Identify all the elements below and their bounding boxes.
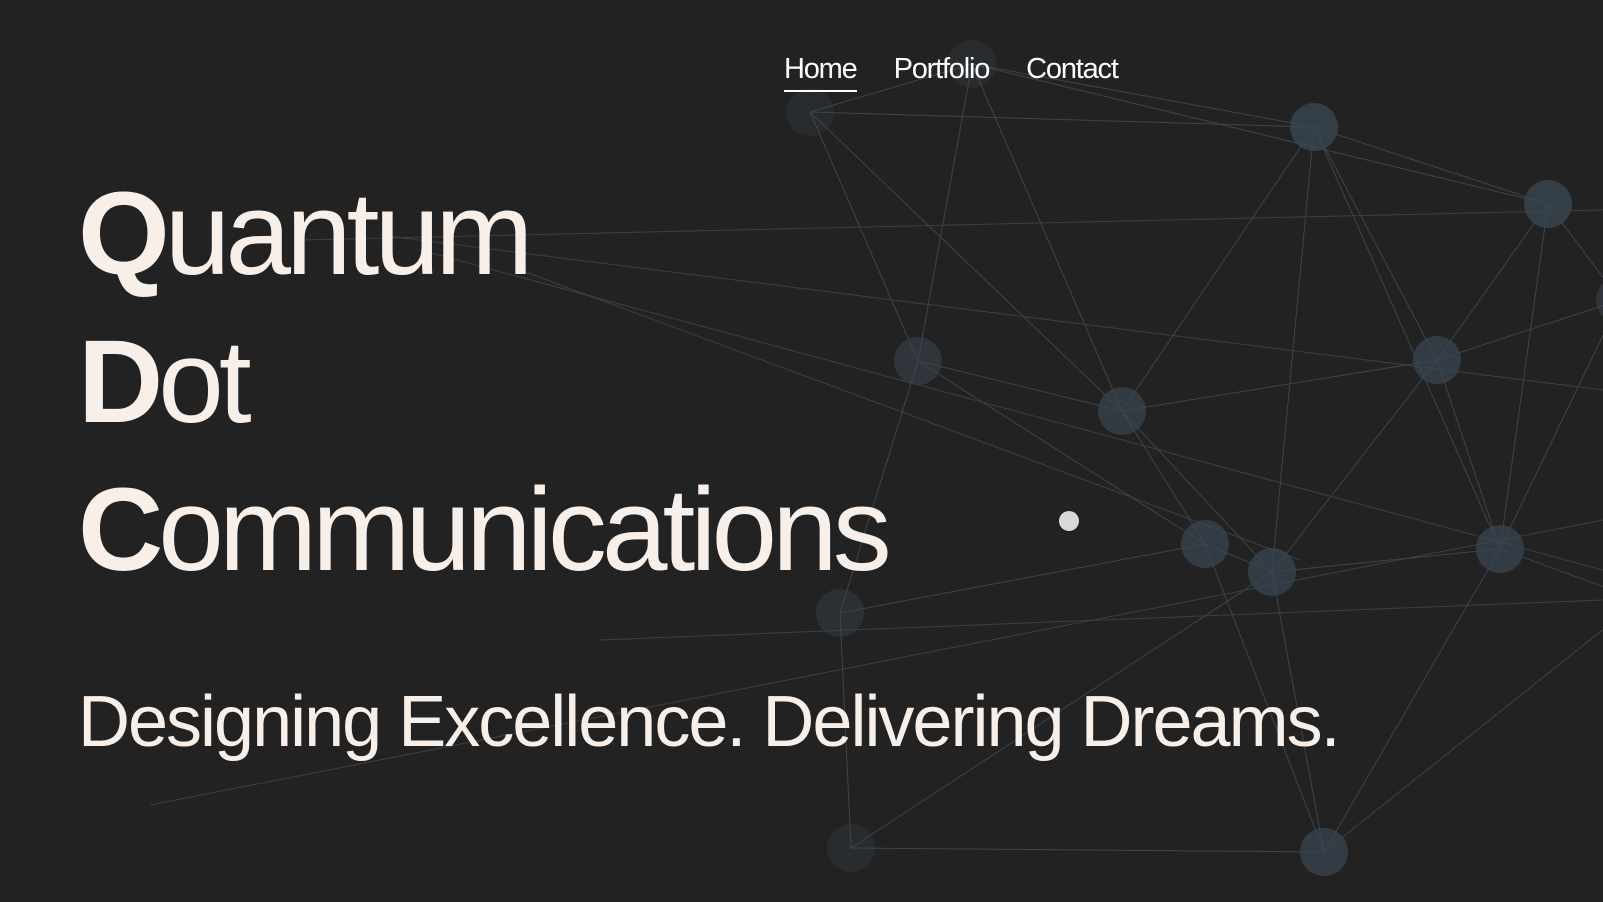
main-nav: Home Portfolio Contact [784,52,1119,92]
hero-line-quantum: Quantum [78,160,887,308]
hero-line-communications: Communications [78,456,892,604]
cursor-dot-icon [1059,511,1079,531]
network-node [1098,387,1146,435]
network-link [1436,203,1549,361]
network-link [1271,359,1438,573]
hero-word-rest: ommunications [158,464,892,596]
network-link [1323,548,1501,853]
network-link [809,111,1315,128]
hero-initial: C [78,464,163,596]
network-link [1121,359,1438,412]
hero-line-dot: Dot [78,308,887,456]
hero-initial: D [78,316,163,448]
network-node [1181,520,1229,568]
network-link [1121,126,1315,412]
network-node [1524,180,1572,228]
hero-word-rest: ot [158,316,251,448]
network-link [839,543,1206,614]
network-link [917,63,973,362]
network-link [1436,359,1501,550]
network-node [1248,548,1296,596]
nav-home-link[interactable]: Home [784,52,858,92]
hero-word-rest: uantum [164,168,534,300]
network-link [971,63,1123,412]
network-link [1313,126,1501,550]
tagline: Designing Excellence. Delivering Dreams. [78,682,1341,762]
network-node [1476,525,1524,573]
hero-title: Quantum Dot Communications [78,160,892,604]
network-link [1271,548,1501,573]
network-link [917,360,1123,412]
network-node [894,337,942,385]
network-link [1436,305,1603,361]
network-link [1499,334,1603,550]
network-node [786,88,834,136]
network-link [1323,628,1603,853]
network-link [1271,126,1315,573]
network-node [1300,828,1348,876]
nav-contact-link[interactable]: Contact [1026,52,1119,92]
hero-initial: Q [78,168,170,300]
network-node [1413,336,1461,384]
nav-portfolio-link[interactable]: Portfolio [894,52,991,92]
network-link [1499,203,1549,550]
network-node [827,824,875,872]
network-link [850,847,1325,853]
page: Home Portfolio Contact Quantum Dot Commu… [0,0,1603,902]
network-node [1596,283,1603,317]
network-link [599,599,1603,641]
network-node [1290,103,1338,151]
